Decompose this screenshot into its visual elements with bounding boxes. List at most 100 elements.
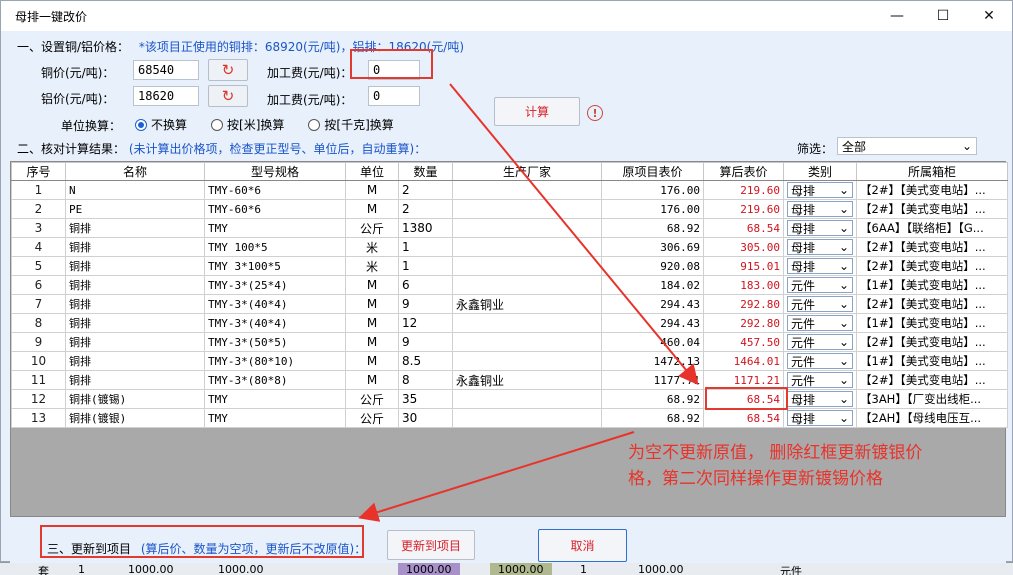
cell-name[interactable]: 铜排 <box>65 256 205 276</box>
cell-qty[interactable]: 1 <box>398 237 453 257</box>
cell-model[interactable]: TMY-3*(25*4) <box>204 275 346 295</box>
cell-model[interactable]: TMY <box>204 389 346 409</box>
cell-name[interactable]: 铜排 <box>65 294 205 314</box>
cell-maker[interactable] <box>452 237 602 257</box>
cell-category[interactable]: 元件 ⌄ <box>783 275 857 295</box>
cell-seq[interactable]: 4 <box>11 237 66 257</box>
cell-calc-price[interactable]: 68.54 <box>703 389 784 409</box>
cell-calc-price[interactable]: 219.60 <box>703 180 784 200</box>
info-icon[interactable]: ! <box>587 105 603 121</box>
close-button[interactable]: ✕ <box>966 1 1012 31</box>
table-row[interactable]: 9 铜排 TMY-3*(50*5) M 9 460.04 457.50 元件 ⌄ 【2#】【美式变… <box>11 332 1008 352</box>
cell-qty[interactable]: 1380 <box>398 218 453 238</box>
table-row[interactable]: 6 铜排 TMY-3*(25*4) M 6 184.02 183.00 元件 ⌄ 【1#】【美式变… <box>11 275 1008 295</box>
cell-maker[interactable] <box>452 408 602 428</box>
col-header-calc-price[interactable]: 算后表价 <box>703 162 784 181</box>
cell-qty[interactable]: 1 <box>398 256 453 276</box>
calculate-button[interactable]: 计算 <box>494 97 580 126</box>
cell-category[interactable]: 元件 ⌄ <box>783 351 857 371</box>
cell-model[interactable]: TMY-60*6 <box>204 180 346 200</box>
category-select[interactable]: 母排 ⌄ <box>787 182 853 198</box>
cell-qty[interactable]: 30 <box>398 408 453 428</box>
category-select[interactable]: 母排 ⌄ <box>787 391 853 407</box>
cell-category[interactable]: 母排 ⌄ <box>783 256 857 276</box>
cell-calc-price[interactable]: 68.54 <box>703 218 784 238</box>
cell-maker[interactable]: 永鑫铜业 <box>452 370 602 390</box>
col-header-seq[interactable]: 序号 <box>11 162 66 181</box>
cell-category[interactable]: 母排 ⌄ <box>783 389 857 409</box>
table-row[interactable]: 4 铜排 TMY 100*5 米 1 306.69 305.00 母排 ⌄ 【2#】【美式变电站】… <box>11 237 1008 257</box>
cell-category[interactable]: 元件 ⌄ <box>783 370 857 390</box>
cell-seq[interactable]: 9 <box>11 332 66 352</box>
table-row[interactable]: 5 铜排 TMY 3*100*5 米 1 920.08 915.01 母排 ⌄ 【2#】【美式变电… <box>11 256 1008 276</box>
cell-seq[interactable]: 11 <box>11 370 66 390</box>
cell-calc-price[interactable]: 292.80 <box>703 313 784 333</box>
minimize-button[interactable]: — <box>874 1 920 31</box>
cell-name[interactable]: PE <box>65 199 205 219</box>
table-row[interactable]: 11 铜排 TMY-3*(80*8) M 8 永鑫铜业 1177.71 1171.21 元件 ⌄ 【… <box>11 370 1008 390</box>
category-select[interactable]: 元件 ⌄ <box>787 296 853 312</box>
cell-calc-price[interactable]: 219.60 <box>703 199 784 219</box>
cell-maker[interactable] <box>452 180 602 200</box>
cell-category[interactable]: 母排 ⌄ <box>783 180 857 200</box>
cell-unit[interactable]: 米 <box>345 256 399 276</box>
cell-seq[interactable]: 10 <box>11 351 66 371</box>
cell-seq[interactable]: 6 <box>11 275 66 295</box>
cell-maker[interactable] <box>452 199 602 219</box>
cell-calc-price[interactable]: 305.00 <box>703 237 784 257</box>
cell-category[interactable]: 母排 ⌄ <box>783 408 857 428</box>
cell-qty[interactable]: 9 <box>398 294 453 314</box>
cell-unit[interactable]: M <box>345 313 399 333</box>
cell-maker[interactable] <box>452 218 602 238</box>
filter-select[interactable]: 全部 ⌄ <box>837 137 977 155</box>
col-header-maker[interactable]: 生产厂家 <box>452 162 602 181</box>
cell-category[interactable]: 元件 ⌄ <box>783 332 857 352</box>
table-row[interactable]: 13 铜排(镀银) TMY 公斤 30 68.92 68.54 母排 ⌄ 【2AH】【母线电压互.… <box>11 408 1008 428</box>
cell-model[interactable]: TMY-60*6 <box>204 199 346 219</box>
cancel-button[interactable]: 取消 <box>538 529 627 562</box>
cell-calc-price[interactable]: 915.01 <box>703 256 784 276</box>
cell-maker[interactable] <box>452 313 602 333</box>
col-header-name[interactable]: 名称 <box>65 162 205 181</box>
cell-seq[interactable]: 5 <box>11 256 66 276</box>
radio-meter-conversion[interactable]: 按[米]换算 <box>211 116 284 133</box>
cell-model[interactable]: TMY-3*(50*5) <box>204 332 346 352</box>
table-row[interactable]: 7 铜排 TMY-3*(40*4) M 9 永鑫铜业 294.43 292.80 元件 ⌄ 【2#】… <box>11 294 1008 314</box>
category-select[interactable]: 母排 ⌄ <box>787 239 853 255</box>
cell-maker[interactable]: 永鑫铜业 <box>452 294 602 314</box>
cell-qty[interactable]: 35 <box>398 389 453 409</box>
cell-qty[interactable]: 8 <box>398 370 453 390</box>
cell-unit[interactable]: M <box>345 294 399 314</box>
cell-qty[interactable]: 6 <box>398 275 453 295</box>
category-select[interactable]: 母排 ⌄ <box>787 220 853 236</box>
cell-unit[interactable]: M <box>345 275 399 295</box>
table-row[interactable]: 2 PE TMY-60*6 M 2 176.00 219.60 母排 ⌄ 【2#】【美式变电站】.… <box>11 199 1008 219</box>
table-row[interactable]: 10 铜排 TMY-3*(80*10) M 8.5 1472.13 1464.01 元件 ⌄ 【1… <box>11 351 1008 371</box>
cell-calc-price[interactable]: 457.50 <box>703 332 784 352</box>
fee-input-aluminum[interactable]: 0 <box>368 86 420 106</box>
cell-seq[interactable]: 1 <box>11 180 66 200</box>
cell-maker[interactable] <box>452 389 602 409</box>
cell-calc-price[interactable]: 1464.01 <box>703 351 784 371</box>
aluminum-refresh-button[interactable]: ↻ <box>208 85 248 107</box>
cell-calc-price[interactable]: 68.54 <box>703 408 784 428</box>
cell-category[interactable]: 母排 ⌄ <box>783 237 857 257</box>
cell-category[interactable]: 元件 ⌄ <box>783 313 857 333</box>
table-row[interactable]: 3 铜排 TMY 公斤 1380 68.92 68.54 母排 ⌄ 【6AA】【联络柜】【G... <box>11 218 1008 238</box>
cell-seq[interactable]: 7 <box>11 294 66 314</box>
cell-maker[interactable] <box>452 256 602 276</box>
cell-name[interactable]: 铜排 <box>65 332 205 352</box>
cell-seq[interactable]: 13 <box>11 408 66 428</box>
col-header-cabinet[interactable]: 所属箱柜 <box>856 162 1008 181</box>
cell-seq[interactable]: 2 <box>11 199 66 219</box>
cell-name[interactable]: 铜排(镀锡) <box>65 389 205 409</box>
cell-model[interactable]: TMY-3*(80*10) <box>204 351 346 371</box>
cell-model[interactable]: TMY <box>204 408 346 428</box>
cell-model[interactable]: TMY-3*(40*4) <box>204 294 346 314</box>
cell-maker[interactable] <box>452 332 602 352</box>
table-row[interactable]: 1 N TMY-60*6 M 2 176.00 219.60 母排 ⌄ 【2#】【美式变电站】..… <box>11 180 1008 200</box>
cell-category[interactable]: 母排 ⌄ <box>783 199 857 219</box>
col-header-qty[interactable]: 数量 <box>398 162 453 181</box>
cell-unit[interactable]: 公斤 <box>345 408 399 428</box>
cell-unit[interactable]: M <box>345 351 399 371</box>
